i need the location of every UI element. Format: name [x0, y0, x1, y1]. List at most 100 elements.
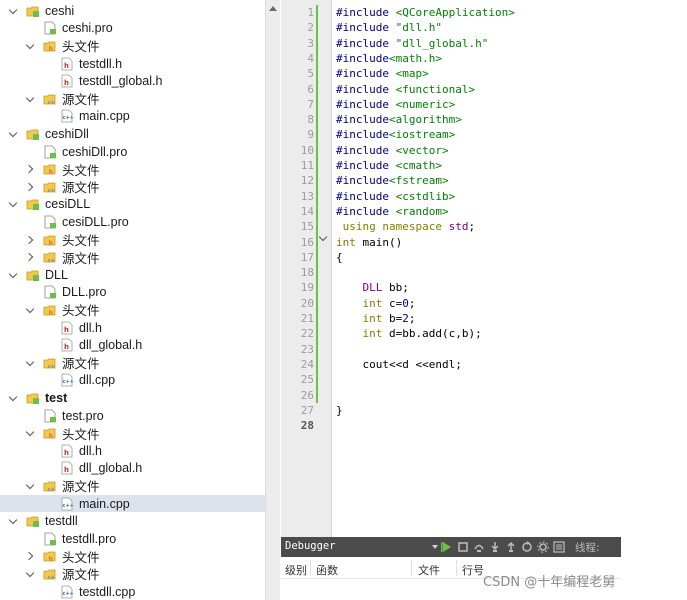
tree-item[interactable]: cesiDLL	[0, 196, 265, 214]
expand-arrow-icon[interactable]	[8, 269, 20, 281]
tree-item-label: 源文件	[62, 93, 100, 108]
fold-arrow-icon[interactable]	[319, 234, 328, 243]
expand-arrow-icon[interactable]	[25, 427, 37, 439]
collapse-arrow-icon[interactable]	[25, 181, 37, 193]
expand-arrow-icon[interactable]	[25, 357, 37, 369]
code-line[interactable]: #include<iostream>	[336, 127, 455, 142]
step-over-icon[interactable]	[473, 541, 485, 553]
tree-item[interactable]: h 头文件	[0, 160, 265, 178]
column-line[interactable]: 行号	[462, 562, 484, 578]
tree-item[interactable]: h dll.h	[0, 442, 265, 460]
tree-item[interactable]: c+ 源文件	[0, 477, 265, 495]
scroll-up-arrow-icon[interactable]	[269, 6, 277, 11]
column-file[interactable]: 文件	[418, 562, 440, 578]
tree-item[interactable]: DLL	[0, 266, 265, 284]
collapse-arrow-icon[interactable]	[25, 163, 37, 175]
code-line[interactable]: int c=0;	[336, 296, 416, 311]
code-line[interactable]: #include <numeric>	[336, 97, 455, 112]
code-line[interactable]: int b=2;	[336, 311, 416, 326]
tree-item[interactable]: ceshiDll	[0, 125, 265, 143]
stop-icon[interactable]	[457, 541, 469, 553]
code-line[interactable]: #include<math.h>	[336, 51, 442, 66]
code-line[interactable]: }	[336, 403, 343, 418]
step-into-icon[interactable]	[489, 541, 501, 553]
tree-item[interactable]: h dll_global.h	[0, 336, 265, 354]
code-line[interactable]: #include <map>	[336, 66, 429, 81]
code-line[interactable]: #include <vector>	[336, 143, 449, 158]
tree-item[interactable]: testdll.pro	[0, 530, 265, 548]
code-line[interactable]: #include <cmath>	[336, 158, 442, 173]
step-out-icon[interactable]	[505, 541, 517, 553]
tree-item[interactable]: h 头文件	[0, 231, 265, 249]
tree-scrollbar[interactable]	[265, 0, 280, 600]
code-line[interactable]: #include <random>	[336, 204, 449, 219]
tree-item[interactable]: c++ main.cpp	[0, 494, 265, 513]
tree-item[interactable]: h 头文件	[0, 301, 265, 319]
column-level[interactable]: 级别	[285, 562, 307, 578]
expand-arrow-icon[interactable]	[25, 93, 37, 105]
tree-item[interactable]: ceshiDll.pro	[0, 143, 265, 161]
expand-arrow-icon[interactable]	[25, 568, 37, 580]
code-line[interactable]: cout<<d <<endl;	[336, 357, 462, 372]
expand-arrow-icon[interactable]	[25, 40, 37, 52]
tree-item[interactable]: DLL.pro	[0, 284, 265, 302]
tree-item[interactable]: test.pro	[0, 407, 265, 425]
tree-item-label: cesiDLL	[45, 197, 91, 212]
expand-arrow-icon[interactable]	[8, 198, 20, 210]
tree-item[interactable]: test	[0, 389, 265, 407]
code-line[interactable]: #include "dll_global.h"	[336, 36, 488, 51]
tree-item[interactable]: c+ 源文件	[0, 178, 265, 196]
tree-item[interactable]: h 头文件	[0, 37, 265, 55]
chevron-down-icon[interactable]	[432, 545, 438, 549]
tree-item[interactable]: cesiDLL.pro	[0, 213, 265, 231]
tree-item[interactable]: h testdll_global.h	[0, 72, 265, 90]
collapse-arrow-icon[interactable]	[25, 550, 37, 562]
tree-item[interactable]: h dll_global.h	[0, 460, 265, 478]
tree-item[interactable]: h testdll.h	[0, 55, 265, 73]
code-line[interactable]: {	[336, 250, 343, 265]
code-line[interactable]: DLL bb;	[336, 280, 409, 295]
code-line[interactable]: #include "dll.h"	[336, 20, 442, 35]
column-function[interactable]: 函数	[316, 562, 338, 578]
tree-item[interactable]: c++ testdll.cpp	[0, 583, 265, 600]
code-line[interactable]: using namespace std;	[336, 219, 475, 234]
code-line[interactable]: #include<algorithm>	[336, 112, 462, 127]
code-line[interactable]: #include<fstream>	[336, 173, 449, 188]
tree-item[interactable]: c++ dll.cpp	[0, 372, 265, 390]
tree-item[interactable]: c++ main.cpp	[0, 108, 265, 126]
expand-arrow-icon[interactable]	[25, 304, 37, 316]
tree-item-label: DLL.pro	[62, 285, 107, 300]
tree-item[interactable]: c+ 源文件	[0, 248, 265, 266]
tree-item[interactable]: h dll.h	[0, 319, 265, 337]
expand-arrow-icon[interactable]	[8, 5, 20, 17]
code-editor[interactable]: #include <QCoreApplication> #include "dll…	[336, 0, 687, 537]
restart-icon[interactable]	[521, 541, 533, 553]
svg-text:c+: c+	[48, 100, 55, 106]
tree-item[interactable]: c+ 源文件	[0, 90, 265, 108]
tree-item[interactable]: c+ 源文件	[0, 565, 265, 583]
debugger-title[interactable]: Debugger	[285, 540, 336, 552]
collapse-arrow-icon[interactable]	[25, 234, 37, 246]
expand-arrow-icon[interactable]	[8, 515, 20, 527]
expand-arrow-icon[interactable]	[25, 480, 37, 492]
code-line[interactable]: #include <functional>	[336, 82, 475, 97]
svg-text:c+: c+	[48, 575, 55, 581]
collapse-arrow-icon[interactable]	[25, 251, 37, 263]
code-token: #include	[336, 204, 389, 218]
code-line[interactable]: #include <QCoreApplication>	[336, 5, 515, 20]
tree-item[interactable]: c+ 源文件	[0, 354, 265, 372]
expand-arrow-icon[interactable]	[8, 392, 20, 404]
code-line[interactable]: int main()	[336, 235, 402, 250]
code-token: <numeric>	[395, 97, 456, 111]
threads-icon[interactable]	[553, 541, 565, 553]
tree-item[interactable]: h 头文件	[0, 548, 265, 566]
continue-icon[interactable]	[441, 541, 453, 553]
tree-item[interactable]: ceshi.pro	[0, 20, 265, 38]
tree-item[interactable]: h 头文件	[0, 424, 265, 442]
code-line[interactable]: int d=bb.add(c,b);	[336, 326, 482, 341]
expand-arrow-icon[interactable]	[8, 128, 20, 140]
code-line[interactable]: #include <cstdlib>	[336, 189, 455, 204]
tree-item[interactable]: testdll	[0, 512, 265, 530]
settings-icon[interactable]	[537, 541, 549, 553]
tree-item[interactable]: ceshi	[0, 2, 265, 20]
